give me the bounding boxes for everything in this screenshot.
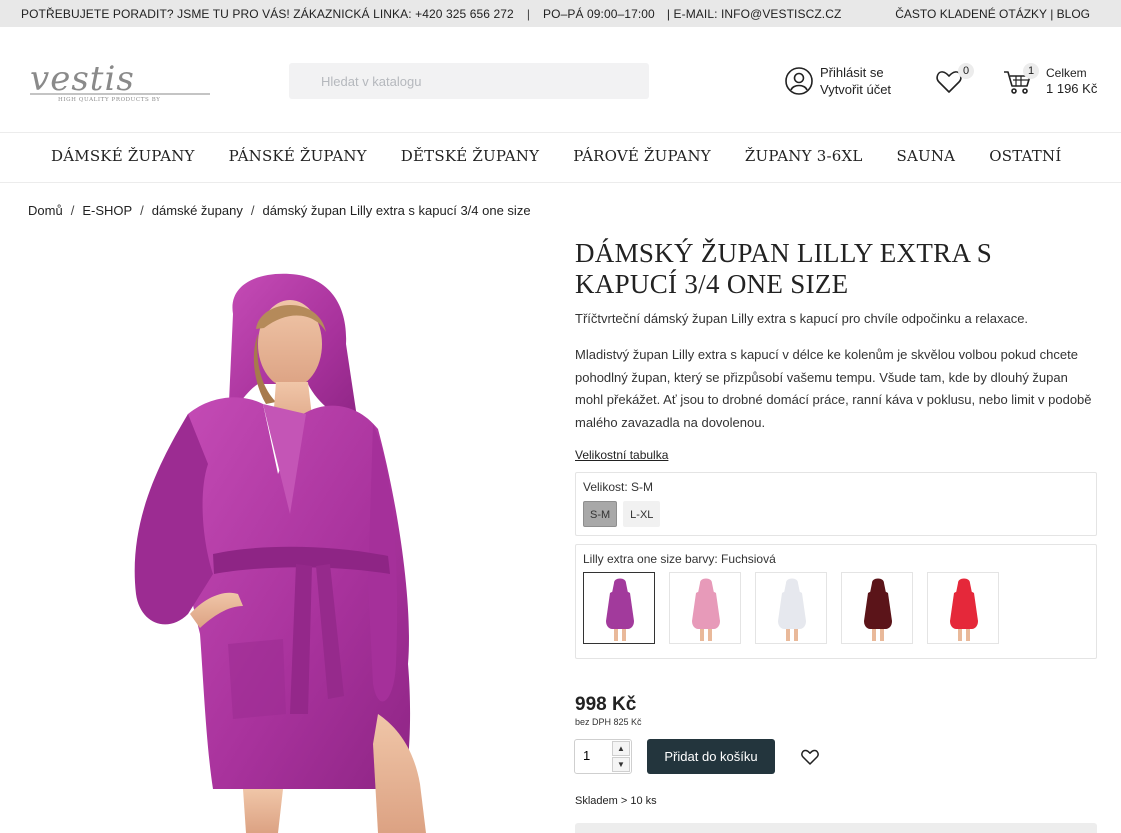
cart-total-label: Celkem [1046, 66, 1087, 80]
nav-item-panske-zupany[interactable]: PÁNSKÉ ŽUPANY [212, 147, 384, 165]
help-line-text: POTŘEBUJETE PORADIT? JSME TU PRO VÁS! ZÁ… [21, 7, 514, 21]
search-input[interactable] [289, 63, 649, 99]
product-details: DÁMSKÝ ŽUPAN LILLY EXTRA S KAPUCÍ 3/4 ON… [575, 238, 1097, 659]
user-icon [785, 67, 813, 95]
wishlist-count: 0 [958, 63, 974, 79]
nav-item-sauna[interactable]: SAUNA [880, 147, 973, 165]
quantity-increase-button[interactable]: ▲ [612, 741, 630, 756]
top-contact-info: POTŘEBUJETE PORADIT? JSME TU PRO VÁS! ZÁ… [21, 7, 842, 21]
price-without-vat: bez DPH 825 Kč [575, 717, 642, 727]
size-table-link[interactable]: Velikostní tabulka [575, 448, 668, 462]
nav-item-zupany-3-6xl[interactable]: ŽUPANY 3-6XL [728, 147, 880, 165]
product-price: 998 Kč [575, 694, 637, 715]
account-menu[interactable]: Přihlásit se Vytvořit účet [784, 64, 891, 98]
main-navigation: DÁMSKÉ ŽUPANY PÁNSKÉ ŽUPANY DĚTSKÉ ŽUPAN… [0, 134, 1121, 183]
color-swatch-white[interactable] [755, 572, 827, 644]
register-link[interactable]: Vytvořit účet [820, 81, 891, 98]
product-description: Mladistvý župan Lilly extra s kapucí v d… [575, 347, 1092, 430]
opening-hours: PO–PÁ 09:00–17:00 [543, 7, 655, 21]
quantity-decrease-button[interactable]: ▼ [612, 757, 630, 772]
breadcrumb: Domů / E-SHOP / dámské župany / dámský župan L… [28, 203, 531, 218]
login-link[interactable]: Přihlásit se [820, 64, 891, 81]
cart-count: 1 [1023, 63, 1039, 79]
color-selector: Lilly extra one size barvy: Fuchsiová [575, 544, 1097, 659]
product-image[interactable] [28, 244, 548, 833]
cart-total-amount: 1 196 Kč [1046, 81, 1098, 96]
quantity-input[interactable] [583, 748, 607, 763]
breadcrumb-category[interactable]: dámské župany [152, 203, 243, 218]
size-selector: Velikost: S-M S-M L-XL [575, 472, 1097, 536]
add-to-cart-button[interactable]: Přidat do košíku [647, 739, 775, 774]
add-to-wishlist-heart-icon[interactable] [800, 747, 820, 767]
top-info-bar: POTŘEBUJETE PORADIT? JSME TU PRO VÁS! ZÁ… [0, 0, 1121, 27]
nav-item-damske-zupany[interactable]: DÁMSKÉ ŽUPANY [34, 147, 212, 165]
size-option-l-xl[interactable]: L-XL [623, 501, 661, 527]
cart-summary: Celkem 1 196 Kč [1046, 65, 1097, 97]
logo-tagline: HIGH QUALITY PRODUCTS BY [58, 97, 161, 103]
faq-link[interactable]: ČASTO KLADENÉ OTÁZKY [895, 7, 1047, 21]
site-header: vestis HIGH QUALITY PRODUCTS BY Přihlási… [0, 27, 1121, 133]
nav-item-detske-zupany[interactable]: DĚTSKÉ ŽUPANY [384, 147, 556, 165]
next-section-bar [575, 823, 1097, 833]
color-swatch-fuchsia[interactable] [583, 572, 655, 644]
product-subtitle: Tříčtvrteční dámský župan Lilly extra s … [575, 311, 1029, 326]
product-title: DÁMSKÝ ŽUPAN LILLY EXTRA S KAPUCÍ 3/4 ON… [575, 238, 993, 299]
robe-photo-illustration [134, 273, 426, 833]
quantity-stepper: ▲ ▼ [574, 739, 632, 774]
blog-link[interactable]: BLOG [1057, 7, 1090, 21]
nav-item-ostatni[interactable]: OSTATNÍ [972, 147, 1078, 165]
top-links: ČASTO KLADENÉ OTÁZKY | BLOG [895, 7, 1090, 21]
size-label: Velikost: S-M [583, 480, 654, 494]
breadcrumb-home[interactable]: Domů [28, 203, 63, 218]
stock-status: Skladem > 10 ks [575, 795, 657, 807]
color-label: Lilly extra one size barvy: Fuchsiová [583, 552, 776, 566]
nav-item-parove-zupany[interactable]: PÁROVÉ ŽUPANY [556, 147, 728, 165]
cart-button[interactable]: 1 Celkem 1 196 Kč [1003, 63, 1103, 99]
email-contact[interactable]: | E-MAIL: INFO@VESTISCZ.CZ [667, 7, 842, 21]
size-option-s-m[interactable]: S-M [583, 501, 618, 527]
breadcrumb-current: dámský župan Lilly extra s kapucí 3/4 on… [262, 203, 531, 218]
breadcrumb-eshop[interactable]: E-SHOP [82, 203, 132, 218]
vestis-logo[interactable]: vestis HIGH QUALITY PRODUCTS BY [28, 63, 212, 103]
color-swatch-burgundy[interactable] [841, 572, 913, 644]
wishlist-button[interactable]: 0 [934, 63, 974, 93]
color-swatch-pink[interactable] [669, 572, 741, 644]
color-swatch-red[interactable] [927, 572, 999, 644]
